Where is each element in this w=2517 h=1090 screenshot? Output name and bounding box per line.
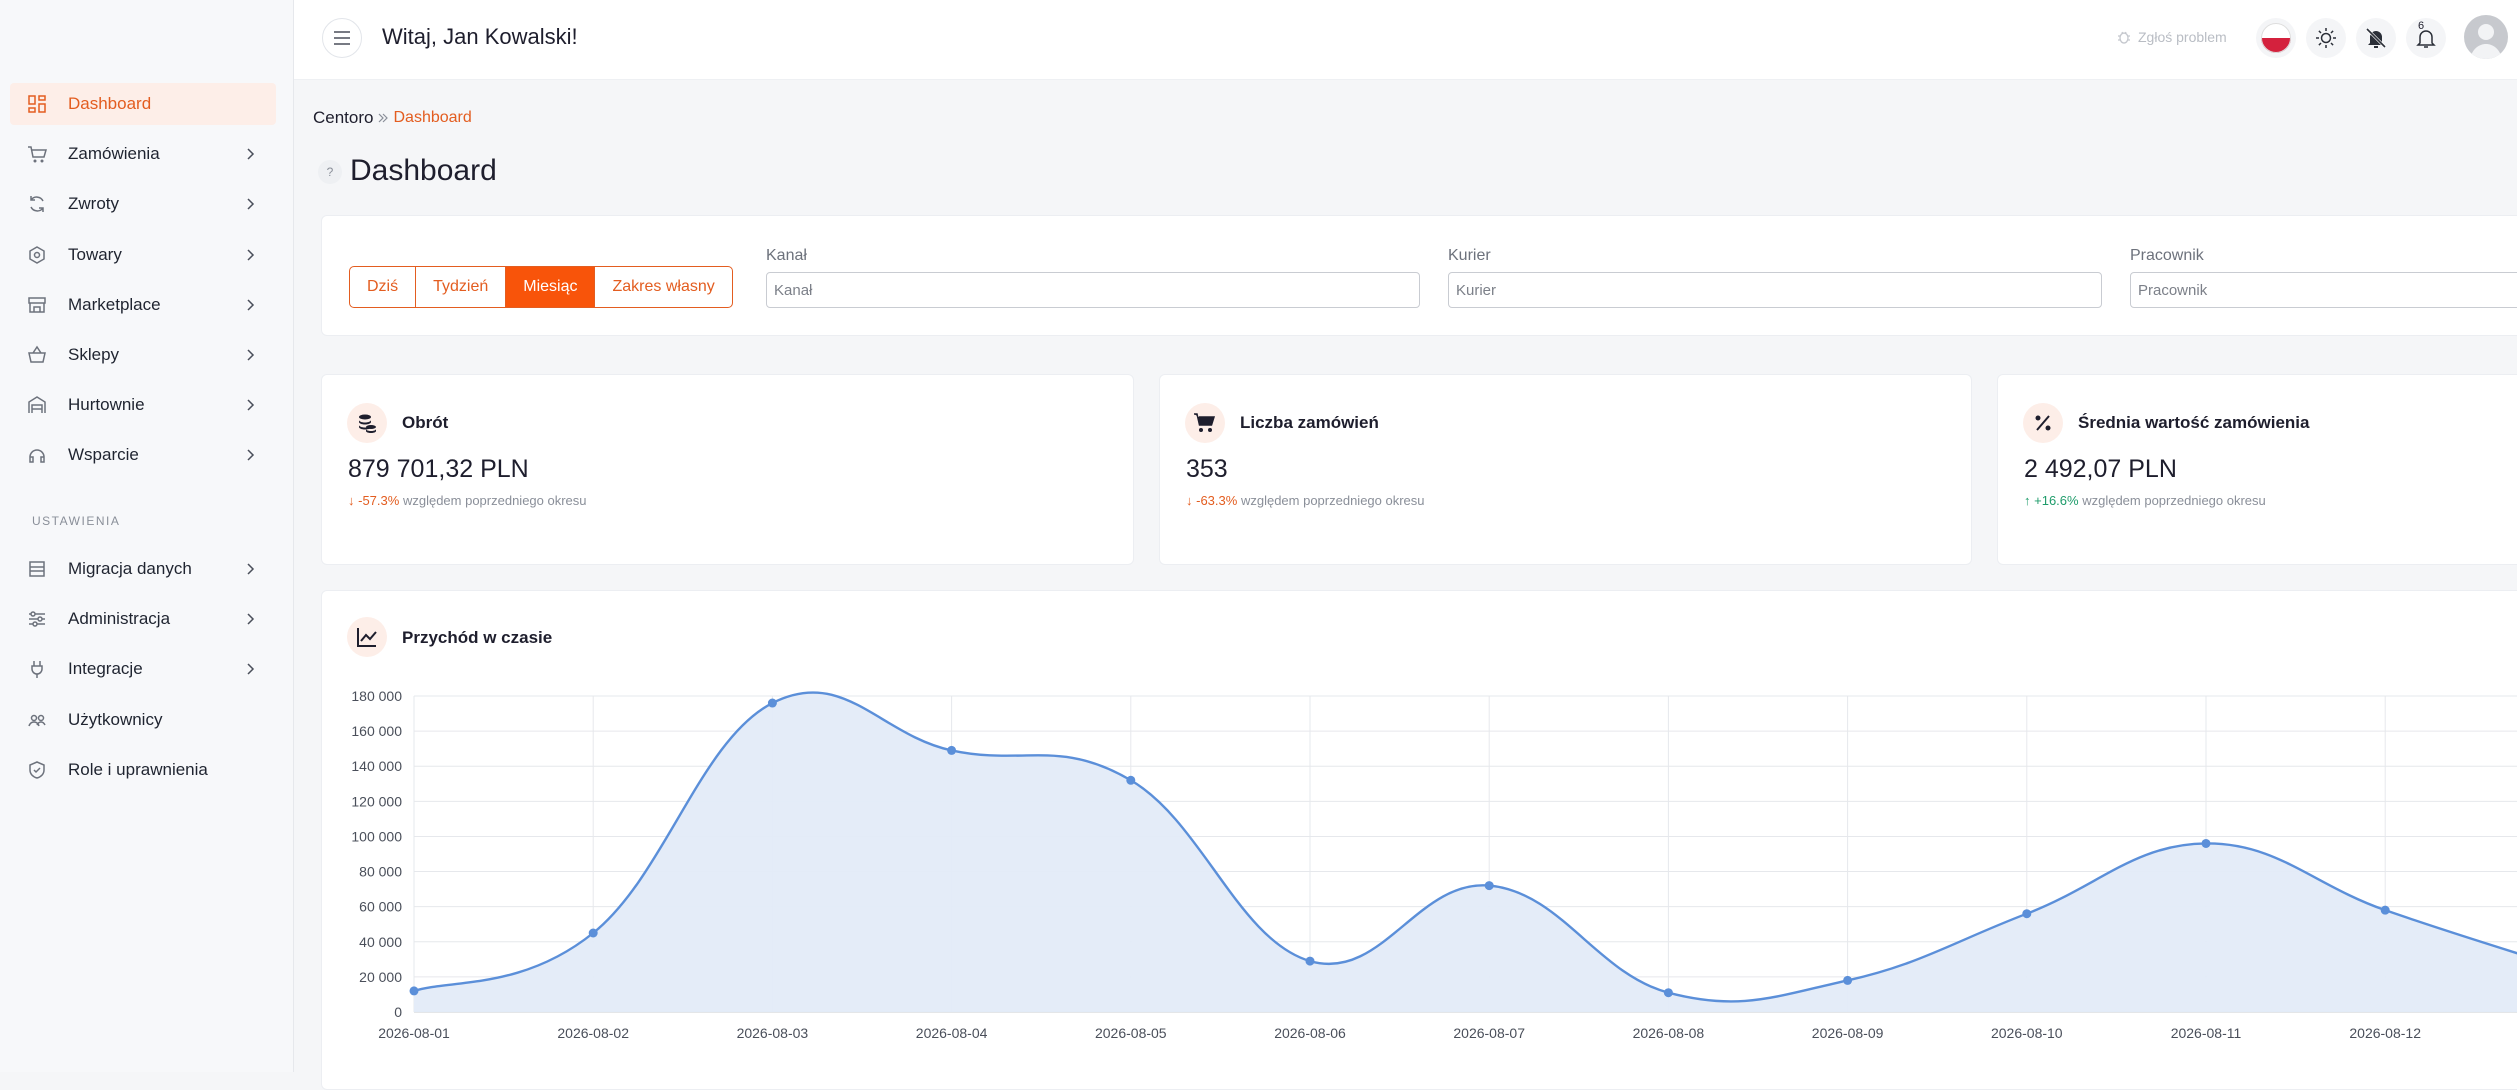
data-point: [1663, 988, 1673, 998]
x-tick-label: 2026-08-12: [2349, 1025, 2421, 1041]
y-tick-label: 140 000: [351, 758, 402, 774]
x-tick-label: 2026-08-05: [1095, 1025, 1167, 1041]
y-tick-label: 0: [394, 1004, 402, 1020]
x-tick-label: 2026-08-06: [1274, 1025, 1346, 1041]
y-tick-label: 80 000: [359, 864, 402, 880]
x-tick-label: 2026-08-08: [1633, 1025, 1705, 1041]
y-tick-label: 160 000: [351, 723, 402, 739]
data-point: [1484, 881, 1494, 891]
data-point: [1126, 775, 1136, 785]
revenue-chart: 0 20 000 40 000 60 000 80 000 100 000 120 000 1…: [351, 688, 2517, 1041]
x-tick-label: 2026-08-01: [378, 1025, 450, 1041]
y-tick-label: 100 000: [351, 828, 402, 844]
data-point: [409, 986, 419, 996]
y-tick-label: 40 000: [359, 934, 402, 950]
data-point: [947, 745, 957, 755]
x-tick-label: 2026-08-04: [916, 1025, 988, 1041]
x-tick-label: 2026-08-03: [737, 1025, 809, 1041]
y-tick-label: 20 000: [359, 969, 402, 985]
x-tick-label: 2026-08-10: [1991, 1025, 2063, 1041]
y-tick-label: 120 000: [351, 793, 402, 809]
x-tick-label: 2026-08-07: [1453, 1025, 1525, 1041]
x-tick-label: 2026-08-02: [557, 1025, 629, 1041]
data-point: [767, 698, 777, 708]
y-tick-label: 180 000: [351, 688, 402, 704]
data-point: [2022, 909, 2032, 919]
data-point: [1305, 956, 1315, 966]
data-point: [2380, 905, 2390, 915]
data-point: [1843, 975, 1853, 985]
x-tick-label: 2026-08-11: [2171, 1025, 2242, 1041]
data-point: [2201, 838, 2211, 848]
data-point: [588, 928, 598, 938]
y-tick-label: 60 000: [359, 899, 402, 915]
x-tick-label: 2026-08-09: [1812, 1025, 1884, 1041]
